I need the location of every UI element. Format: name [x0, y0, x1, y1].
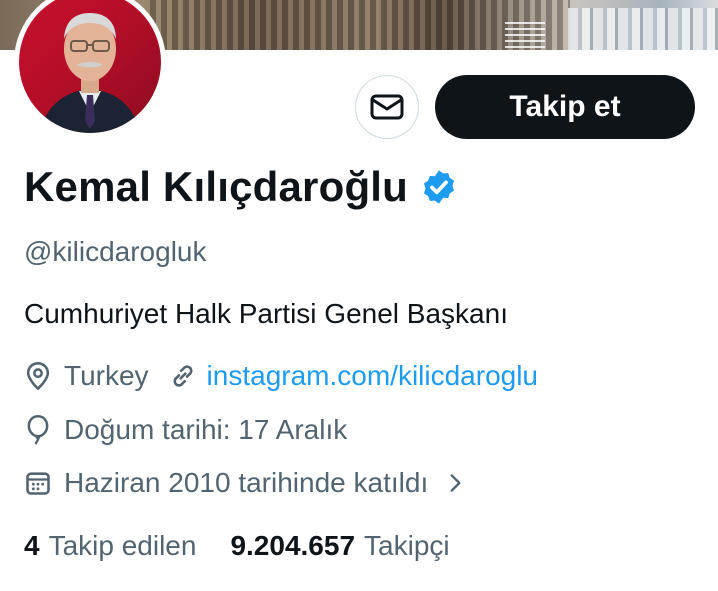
- calendar-icon: [26, 472, 50, 495]
- profile-stats: 4 Takip edilen 9.204.657 Takipçi: [24, 530, 450, 562]
- message-button[interactable]: [355, 75, 419, 139]
- profile-location-link-row: Turkey instagram.com/kilicdaroglu: [24, 360, 538, 392]
- followers-stat[interactable]: 9.204.657 Takipçi: [230, 530, 449, 562]
- profile-bio: Cumhuriyet Halk Partisi Genel Başkanı: [24, 298, 508, 329]
- profile-website-link[interactable]: instagram.com/kilicdaroglu: [207, 360, 538, 392]
- followers-count: 9.204.657: [230, 530, 356, 561]
- following-count: 4: [24, 530, 40, 561]
- banner-party-logo: [505, 22, 545, 48]
- link-icon: [173, 365, 193, 387]
- envelope-icon: [370, 94, 404, 120]
- chevron-right-icon[interactable]: [442, 469, 468, 497]
- profile-name: Kemal Kılıçdaroğlu: [24, 163, 409, 210]
- balloon-icon: [27, 415, 49, 445]
- verified-badge-icon[interactable]: [420, 168, 458, 206]
- profile-location: Turkey: [64, 360, 149, 391]
- profile-joined: Haziran 2010 tarihinde katıldı: [64, 467, 429, 498]
- following-stat[interactable]: 4 Takip edilen: [24, 530, 196, 562]
- avatar[interactable]: [14, 0, 166, 138]
- followers-label: Takipçi: [364, 530, 450, 561]
- profile-handle: @kilicdarogluk: [24, 236, 207, 267]
- profile-birthday: Doğum tarihi: 17 Aralık: [64, 414, 348, 445]
- banner-city-photo: [568, 8, 718, 50]
- location-pin-icon: [26, 362, 50, 391]
- avatar-portrait-illustration: [39, 13, 141, 133]
- following-label: Takip edilen: [48, 530, 197, 561]
- avatar-photo: [19, 0, 161, 133]
- follow-button[interactable]: Takip et: [435, 75, 695, 139]
- profile-birthday-row: Doğum tarihi: 17 Aralık: [24, 414, 347, 446]
- profile-name-row: Kemal Kılıçdaroğlu: [24, 163, 458, 211]
- profile-joined-row[interactable]: Haziran 2010 tarihinde katıldı: [24, 467, 468, 499]
